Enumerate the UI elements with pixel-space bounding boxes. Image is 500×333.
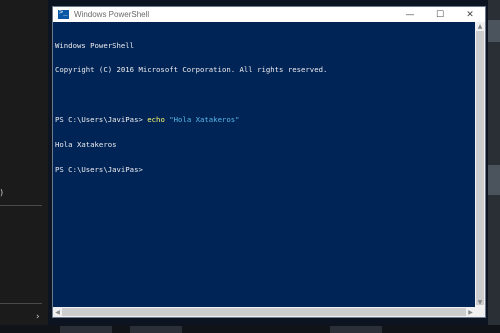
prompt: PS C:\Users\JaviPas> [55,115,148,125]
taskbar [0,325,500,333]
minimize-button[interactable]: — [395,7,425,22]
window-fragment [488,20,500,42]
taskbar-button[interactable] [330,326,382,333]
close-button[interactable]: ✕ [455,7,485,22]
command-keyword: echo [147,115,165,125]
start-menu-panel: ) › [0,0,48,325]
maximize-button[interactable]: ☐ [425,7,455,22]
console-line: Windows PowerShell [55,40,135,50]
partial-text-fragment: ) [0,188,4,197]
vertical-scroll-thumb[interactable] [476,31,484,305]
scroll-right-icon[interactable]: ▶ [466,307,475,317]
scroll-left-icon[interactable]: ◀ [53,307,62,317]
taskbar-button[interactable] [130,326,182,333]
taskbar-button[interactable] [60,326,112,333]
console-command-line: PS C:\Users\JaviPas> echo "Hola Xatakero… [55,116,473,124]
divider [0,303,42,304]
horizontal-scrollbar[interactable]: ◀ ▶ [53,307,475,317]
window-fragment [488,165,500,195]
window-title: Windows PowerShell [74,10,150,19]
vertical-scrollbar[interactable]: ▲ ▼ [475,22,485,307]
console-line: Copyright (C) 2016 Microsoft Corporation… [55,65,328,75]
scroll-up-icon[interactable]: ▲ [475,22,485,31]
console-prompt-line[interactable]: PS C:\Users\JaviPas> [55,165,473,174]
chevron-right-icon[interactable]: › [36,312,40,322]
divider [0,205,42,206]
powershell-window: Windows PowerShell — ☐ ✕ Windows PowerSh… [52,6,486,318]
horizontal-scroll-thumb[interactable] [62,308,466,316]
window-controls: — ☐ ✕ [395,7,485,22]
background-window-edge [488,0,500,325]
scrollbar-corner [475,307,485,317]
console-output[interactable]: Windows PowerShell Copyright (C) 2016 Mi… [53,22,475,307]
scroll-down-icon[interactable]: ▼ [475,298,485,307]
console-line: Hola Xatakeros [55,140,117,150]
title-bar[interactable]: Windows PowerShell — ☐ ✕ [53,7,485,22]
powershell-icon [58,8,69,19]
command-argument: "Hola Xatakeros" [169,115,240,125]
